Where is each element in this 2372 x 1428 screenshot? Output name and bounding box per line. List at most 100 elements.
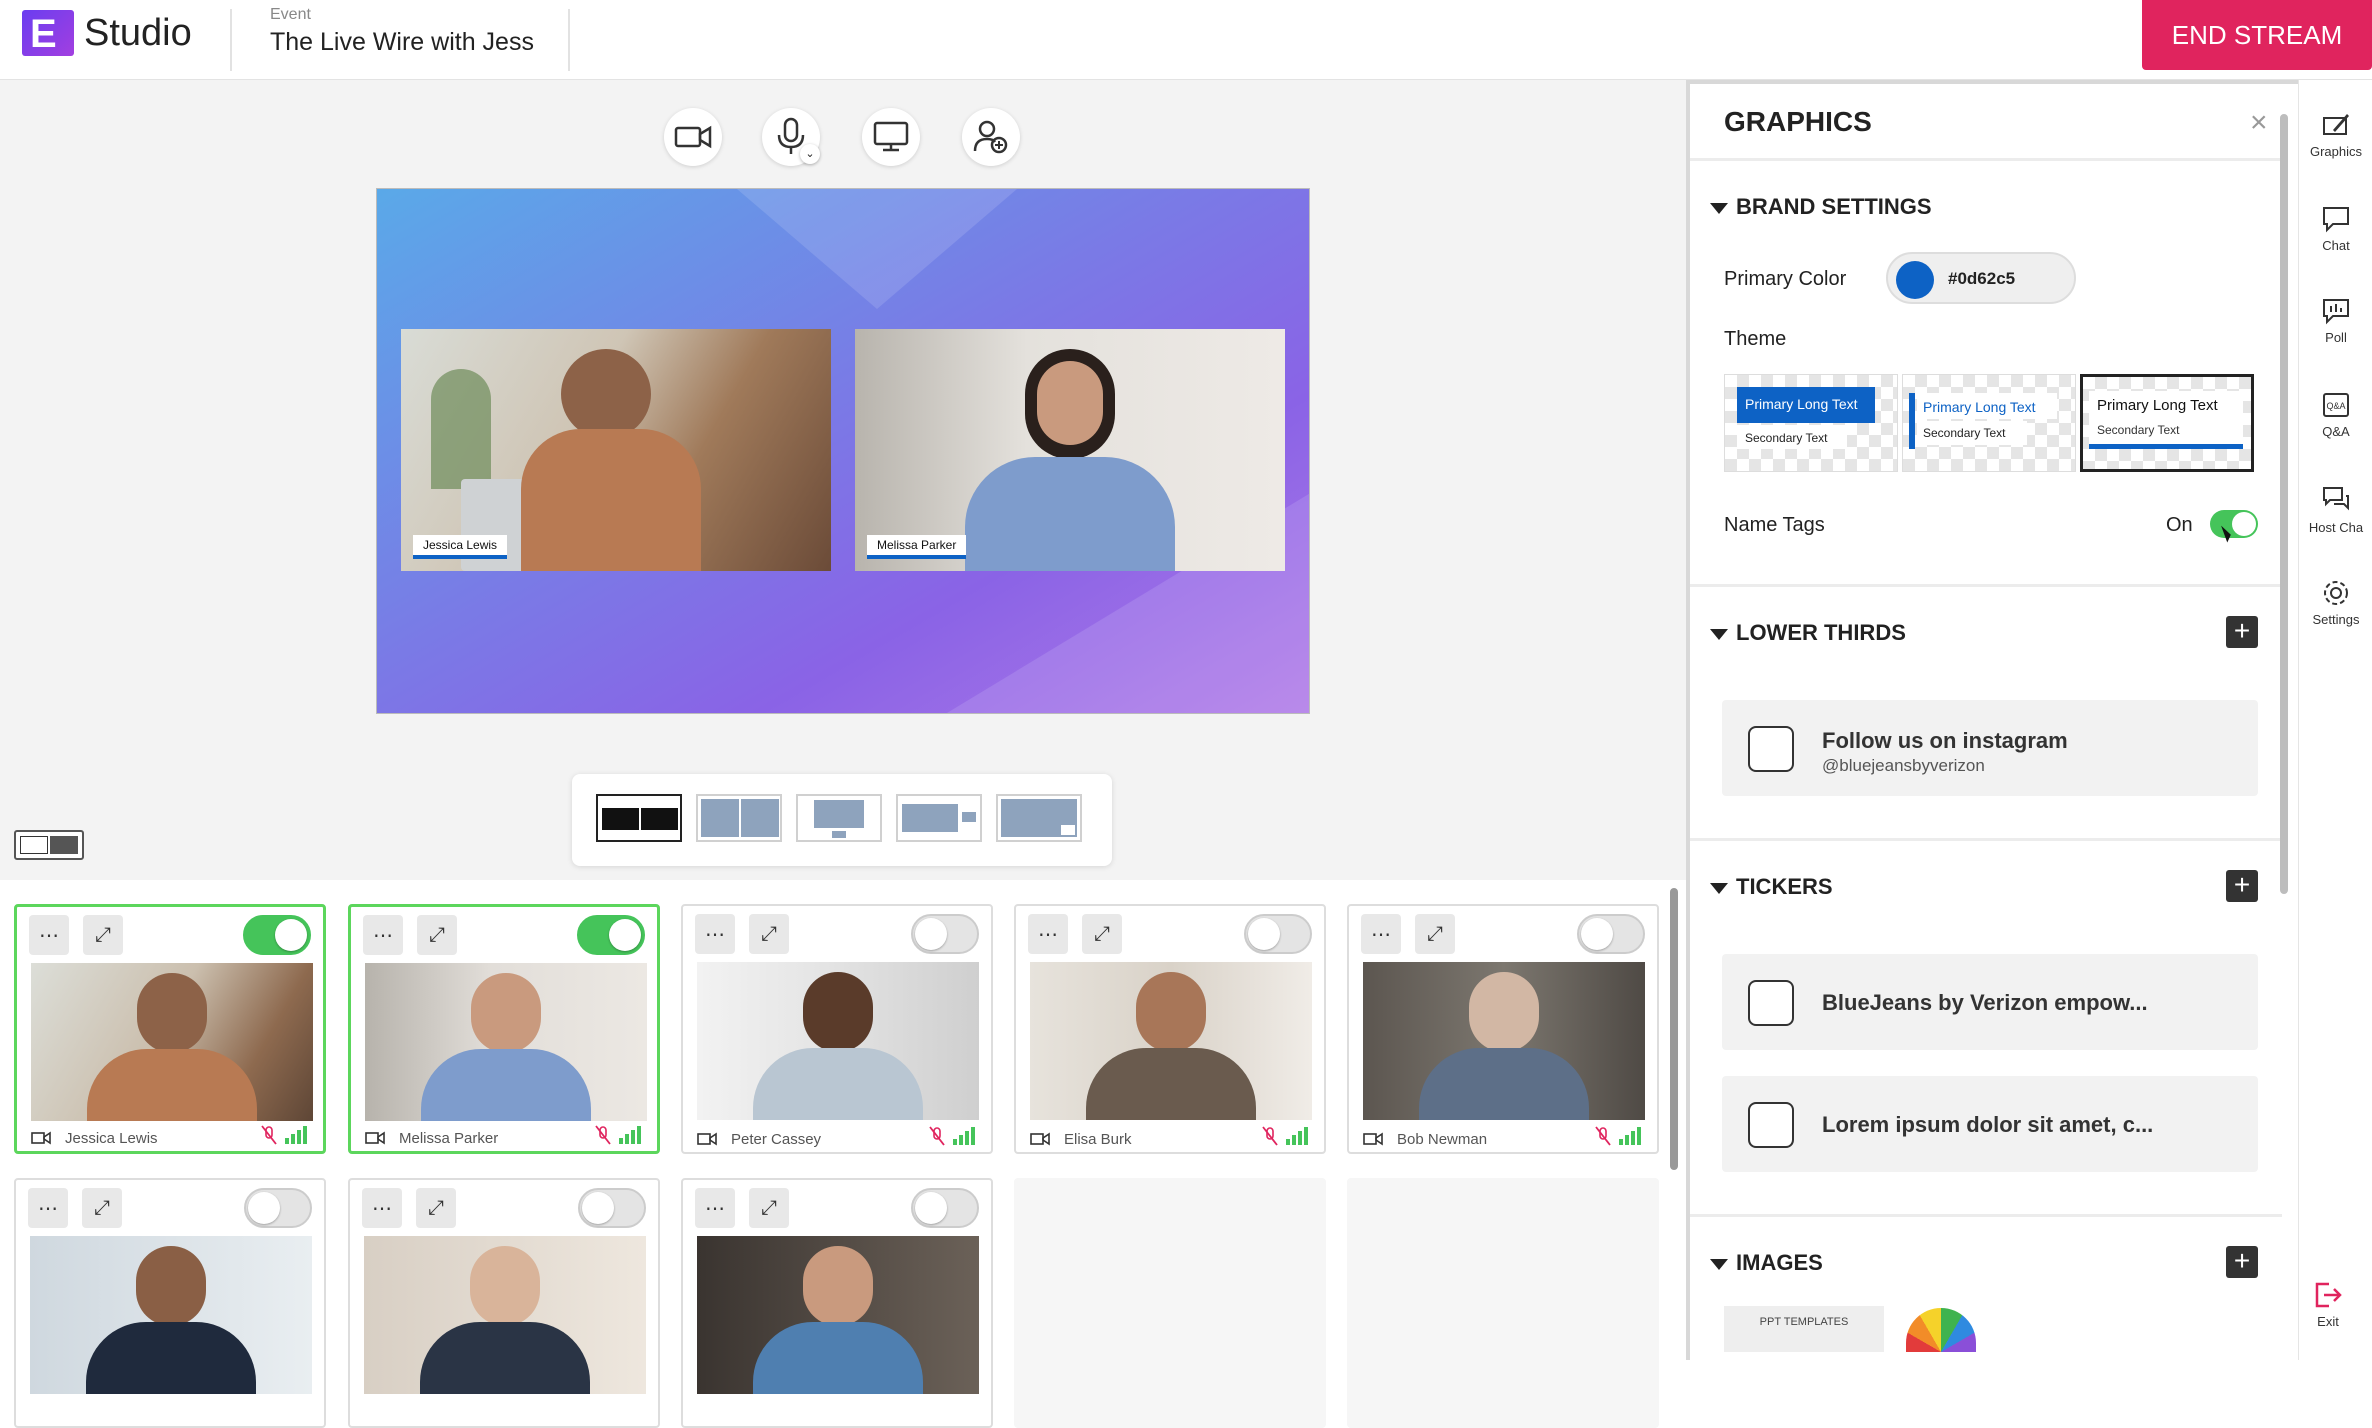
mic-options-chevron-icon[interactable]: ⌄	[800, 144, 820, 164]
add-to-stage-toggle[interactable]	[911, 1188, 979, 1228]
add-ticker-button[interactable]: +	[2226, 870, 2258, 902]
rail-graphics[interactable]: Graphics	[2299, 110, 2372, 159]
add-to-stage-toggle[interactable]	[577, 915, 645, 955]
participant-video	[31, 963, 313, 1121]
participant-tile[interactable]: ⋯ ⤢	[14, 1178, 326, 1428]
add-to-stage-toggle[interactable]	[243, 915, 311, 955]
more-options-icon[interactable]: ⋯	[695, 914, 735, 954]
more-options-icon[interactable]: ⋯	[28, 1188, 68, 1228]
add-to-stage-toggle[interactable]	[1244, 914, 1312, 954]
theme-accent-bar	[1909, 393, 1915, 449]
add-lower-third-button[interactable]: +	[2226, 616, 2258, 648]
rail-settings[interactable]: Settings	[2299, 578, 2372, 627]
toggle-knob	[2232, 512, 2256, 536]
participant-tile[interactable]: ⋯ ⤢ Elisa Burk	[1014, 904, 1326, 1154]
panel-title: GRAPHICS	[1724, 106, 1872, 137]
ticker-checkbox[interactable]	[1748, 1102, 1794, 1148]
expand-view-icon	[50, 836, 78, 854]
participant-tile[interactable]: ⋯ ⤢ Peter Cassey	[681, 904, 993, 1154]
primary-color-value: #0d62c5	[1948, 269, 2016, 288]
lower-third-item[interactable]: Follow us on instagram @bluejeansbyveriz…	[1722, 700, 2258, 796]
more-options-icon[interactable]: ⋯	[362, 1188, 402, 1228]
participant-tile[interactable]: ⋯ ⤢	[681, 1178, 993, 1428]
grid-scrollbar[interactable]	[1670, 888, 1678, 1170]
view-mode-toggle[interactable]	[14, 830, 84, 860]
name-tags-toggle[interactable]	[2210, 510, 2258, 538]
rail-qa[interactable]: Q&A Q&A	[2299, 390, 2372, 439]
expand-icon[interactable]: ⤢	[416, 1188, 456, 1228]
layout-main-side-option[interactable]	[896, 794, 982, 842]
more-options-icon[interactable]: ⋯	[29, 915, 69, 955]
rail-host-chat[interactable]: Host Cha	[2299, 484, 2372, 535]
expand-icon[interactable]: ⤢	[749, 1188, 789, 1228]
panel-scrollbar[interactable]	[2280, 114, 2288, 894]
layout-split-option[interactable]	[696, 794, 782, 842]
muted-mic-and-signal-icon	[595, 1125, 641, 1145]
lower-third-checkbox[interactable]	[1748, 726, 1794, 772]
participant-video	[365, 963, 647, 1121]
expand-icon[interactable]: ⤢	[1415, 914, 1455, 954]
camera-icon	[1030, 1132, 1050, 1146]
ticker-item[interactable]: Lorem ipsum dolor sit amet, c...	[1722, 1076, 2258, 1172]
expand-icon[interactable]: ⤢	[1082, 914, 1122, 954]
participant-name: Bob Newman	[1397, 1131, 1488, 1148]
camera-toggle-button[interactable]	[664, 108, 722, 166]
close-icon[interactable]: ×	[2250, 108, 2280, 138]
theme-primary-text: Primary Long Text	[1737, 387, 1875, 423]
stage-canvas[interactable]: Jessica Lewis Melissa Parker	[376, 188, 1310, 714]
layout-side-by-side-option[interactable]	[596, 794, 682, 842]
more-options-icon[interactable]: ⋯	[363, 915, 403, 955]
rail-poll[interactable]: Poll	[2299, 296, 2372, 345]
expand-icon[interactable]: ⤢	[82, 1188, 122, 1228]
expand-icon[interactable]: ⤢	[83, 915, 123, 955]
add-to-stage-toggle[interactable]	[244, 1188, 312, 1228]
stage-name-tag: Melissa Parker	[867, 535, 967, 559]
color-swatch	[1896, 261, 1934, 299]
add-to-stage-toggle[interactable]	[911, 914, 979, 954]
toggle-knob	[275, 919, 307, 951]
add-image-button[interactable]: +	[2226, 1246, 2258, 1278]
image-thumbnail[interactable]: PPT TEMPLATES	[1724, 1306, 1884, 1352]
divider	[1690, 838, 2282, 841]
add-to-stage-toggle[interactable]	[1577, 914, 1645, 954]
participant-tile[interactable]: ⋯ ⤢ Jessica Lewis	[14, 904, 326, 1154]
end-stream-button[interactable]: END STREAM	[2142, 0, 2372, 70]
theme-option-1[interactable]: Primary Long Text Secondary Text	[1724, 374, 1898, 472]
tickers-heading[interactable]: TICKERS	[1710, 874, 1833, 900]
name-tags-label: Name Tags	[1724, 514, 1825, 536]
images-heading[interactable]: IMAGES	[1710, 1250, 1823, 1276]
rail-chat[interactable]: Chat	[2299, 204, 2372, 253]
add-to-stage-toggle[interactable]	[578, 1188, 646, 1228]
right-rail: Graphics Chat Poll Q&A Q&A Host Cha Sett…	[2298, 80, 2372, 1360]
participant-tile[interactable]: ⋯ ⤢ Bob Newman	[1347, 904, 1659, 1154]
stage-video-jessica[interactable]: Jessica Lewis	[401, 329, 831, 571]
invite-guest-button[interactable]	[962, 108, 1020, 166]
theme-option-3-selected[interactable]: Primary Long Text Secondary Text	[2080, 374, 2254, 472]
participant-tile[interactable]: ⋯ ⤢ Melissa Parker	[348, 904, 660, 1154]
screen-share-button[interactable]	[862, 108, 920, 166]
expand-icon[interactable]: ⤢	[417, 915, 457, 955]
stage-video-melissa[interactable]: Melissa Parker	[855, 329, 1285, 571]
theme-primary-text: Primary Long Text	[2097, 397, 2218, 414]
theme-option-2[interactable]: Primary Long Text Secondary Text	[1902, 374, 2076, 472]
more-options-icon[interactable]: ⋯	[695, 1188, 735, 1228]
microphone-toggle-button[interactable]: ⌄	[762, 108, 820, 166]
camera-icon	[31, 1131, 51, 1145]
image-thumbnail[interactable]	[1906, 1308, 1976, 1352]
layout-solo-option[interactable]	[796, 794, 882, 842]
lower-thirds-heading[interactable]: LOWER THIRDS	[1710, 620, 1906, 646]
more-options-icon[interactable]: ⋯	[1028, 914, 1068, 954]
more-options-icon[interactable]: ⋯	[1361, 914, 1401, 954]
participant-name: Melissa Parker	[399, 1130, 499, 1147]
ticker-item[interactable]: BlueJeans by Verizon empow...	[1722, 954, 2258, 1050]
primary-color-picker[interactable]: #0d62c5	[1886, 252, 2076, 304]
layout-picture-in-picture-option[interactable]	[996, 794, 1082, 842]
brand-settings-heading[interactable]: BRAND SETTINGS	[1710, 194, 1932, 220]
ticker-checkbox[interactable]	[1748, 980, 1794, 1026]
participant-tile[interactable]: ⋯ ⤢	[348, 1178, 660, 1428]
rail-exit[interactable]: Exit	[2291, 1280, 2365, 1329]
expand-icon[interactable]: ⤢	[749, 914, 789, 954]
person-body	[965, 457, 1175, 571]
empty-participant-slot	[1347, 1178, 1659, 1428]
divider	[1690, 158, 2282, 161]
